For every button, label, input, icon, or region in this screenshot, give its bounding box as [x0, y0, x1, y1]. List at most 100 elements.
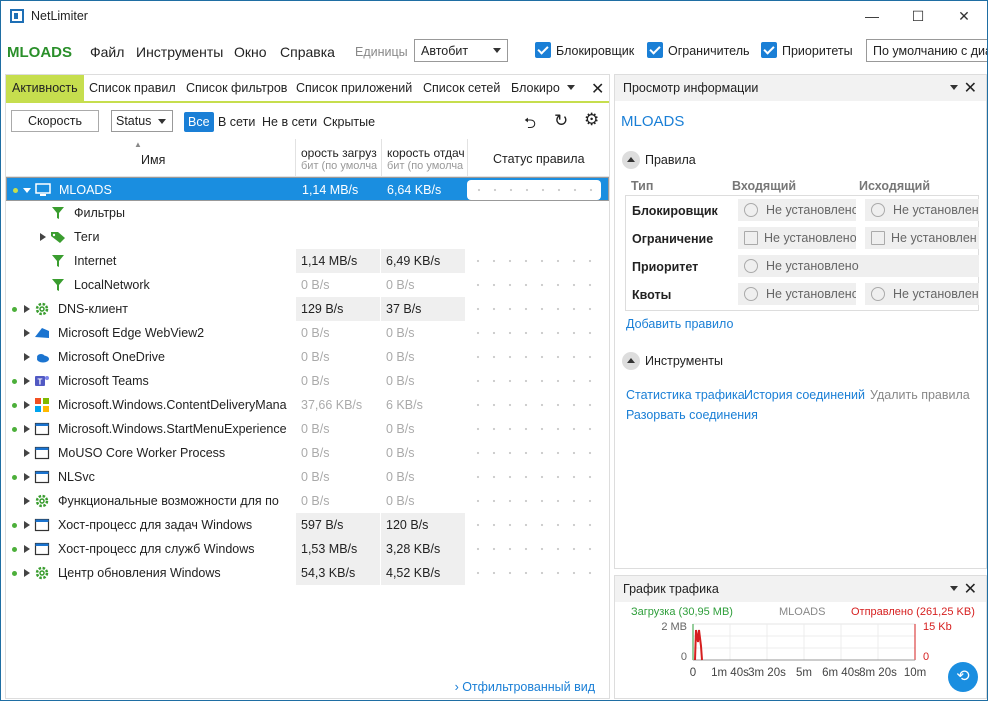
tab-blocker[interactable]: Блокиро	[505, 75, 566, 101]
menu-window[interactable]: Окно	[234, 44, 267, 60]
panel-menu-icon[interactable]	[950, 85, 958, 90]
table-row[interactable]: Теги	[6, 225, 609, 249]
tab-network-list[interactable]: Список сетей	[417, 75, 506, 101]
traffic-stats-link[interactable]: Статистика трафика	[626, 388, 745, 402]
column-name[interactable]: ▲ Имя	[6, 139, 295, 177]
table-row[interactable]: Хост-процесс для задач Windows 597 B/s 120…	[6, 513, 609, 537]
blocker-checkbox[interactable]	[535, 42, 551, 58]
filter-online[interactable]: В сети	[214, 112, 259, 132]
filtered-view-link[interactable]: › Отфильтрованный вид	[455, 680, 595, 694]
rule-status-cell[interactable]	[466, 323, 600, 343]
expand-arrow-icon[interactable]	[24, 449, 30, 457]
rule-status-cell[interactable]	[466, 491, 600, 511]
close-panel-icon[interactable]: ✕	[964, 78, 977, 98]
delete-rules-link[interactable]: Удалить правила	[870, 388, 970, 402]
restore-icon[interactable]: ⟲	[948, 662, 978, 692]
rule-status-cell[interactable]	[466, 515, 600, 535]
rule-blocker-out[interactable]: Не установлен	[865, 199, 979, 221]
panel-menu-icon[interactable]	[950, 586, 958, 591]
rule-status-cell[interactable]	[466, 371, 600, 391]
expand-arrow-icon[interactable]	[24, 569, 30, 577]
add-rule-link[interactable]: Добавить правило	[626, 317, 733, 331]
column-upload[interactable]: корость отдач бит (по умолча	[381, 139, 467, 177]
table-row[interactable]: T Microsoft Teams 0 B/s 0 B/s	[6, 369, 609, 393]
minimize-button[interactable]: —	[849, 1, 895, 31]
expand-arrow-icon[interactable]	[24, 329, 30, 337]
expand-arrow-icon[interactable]	[24, 401, 30, 409]
table-row[interactable]: DNS-клиент 129 B/s 37 B/s	[6, 297, 609, 321]
table-row[interactable]: Функциональные возможности для по 0 B/s 0 …	[6, 489, 609, 513]
table-row[interactable]: Microsoft Edge WebView2 0 B/s 0 B/s	[6, 321, 609, 345]
priorities-checkbox[interactable]	[761, 42, 777, 58]
table-row[interactable]: Хост-процесс для служб Windows 1,53 MB/s 3…	[6, 537, 609, 561]
close-button[interactable]: ✕	[941, 1, 987, 31]
table-row[interactable]: Фильтры	[6, 201, 609, 225]
collapse-arrow-icon[interactable]	[23, 188, 31, 193]
column-status[interactable]: Статус правила	[467, 139, 609, 177]
expand-arrow-icon[interactable]	[24, 473, 30, 481]
rule-status-cell[interactable]	[466, 251, 600, 271]
rule-status-cell[interactable]	[466, 467, 600, 487]
rule-quota-in[interactable]: Не установлено	[738, 283, 856, 305]
speed-button[interactable]: Скорость	[11, 110, 99, 132]
rule-status-cell[interactable]	[466, 275, 600, 295]
table-row[interactable]: Microsoft.Windows.ContentDeliveryMana 37,…	[6, 393, 609, 417]
table-row[interactable]: LocalNetwork 0 B/s 0 B/s	[6, 273, 609, 297]
expand-arrow-icon[interactable]	[24, 521, 30, 529]
rule-status-cell[interactable]	[466, 299, 600, 319]
rule-blocker-in[interactable]: Не установлено	[738, 199, 856, 221]
rule-status-cell[interactable]	[466, 443, 600, 463]
table-row[interactable]: Microsoft.Windows.StartMenuExperience 0 B…	[6, 417, 609, 441]
maximize-button[interactable]: ☐	[895, 1, 941, 31]
tab-activity[interactable]: Активность	[6, 75, 84, 101]
expand-arrow-icon[interactable]	[24, 497, 30, 505]
disconnect-link[interactable]: Разорвать соединения	[626, 408, 758, 422]
rule-status-cell[interactable]	[466, 347, 600, 367]
rule-limit-out[interactable]: Не установлен	[865, 227, 979, 249]
table-row[interactable]: MoUSO Core Worker Process 0 B/s 0 B/s	[6, 441, 609, 465]
expand-arrow-icon[interactable]	[24, 305, 30, 313]
collapse-tools-icon[interactable]	[622, 352, 640, 370]
rule-priority[interactable]: Не установлено	[738, 255, 979, 277]
filter-all[interactable]: Все	[184, 112, 214, 132]
rule-status-cell[interactable]	[466, 563, 600, 583]
table-row[interactable]: Microsoft OneDrive 0 B/s 0 B/s	[6, 345, 609, 369]
rule-status-cell[interactable]	[466, 395, 600, 415]
rule-quota-out[interactable]: Не установлен	[865, 283, 979, 305]
tab-filter-list[interactable]: Список фильтров	[180, 75, 293, 101]
expand-arrow-icon[interactable]	[40, 233, 46, 241]
menu-tools[interactable]: Инструменты	[136, 44, 223, 60]
column-download[interactable]: орость загруз бит (по умолча	[295, 139, 381, 177]
rule-status-cell[interactable]	[467, 180, 601, 200]
gear-icon[interactable]: ⚙	[584, 110, 599, 130]
refresh-icon[interactable]: ↻	[554, 111, 568, 131]
table-row[interactable]: MLOADS 1,14 MB/s 6,64 KB/s	[6, 177, 609, 201]
menu-help[interactable]: Справка	[280, 44, 335, 60]
close-panel-icon[interactable]: ✕	[591, 79, 604, 99]
rule-status-cell[interactable]	[466, 539, 600, 559]
limiter-checkbox[interactable]	[647, 42, 663, 58]
connection-history-link[interactable]: История соединений	[744, 388, 865, 402]
rule-limit-in[interactable]: Не установлено	[738, 227, 856, 249]
units-select[interactable]: Автобит	[414, 39, 508, 62]
tab-app-list[interactable]: Список приложений	[290, 75, 418, 101]
filter-hidden[interactable]: Скрытые	[319, 112, 379, 132]
expand-arrow-icon[interactable]	[24, 545, 30, 553]
close-panel-icon[interactable]: ✕	[964, 579, 977, 599]
filter-offline[interactable]: Не в сети	[258, 112, 321, 132]
menu-file[interactable]: Файл	[90, 44, 124, 60]
back-arrow-icon[interactable]: ⮌	[524, 113, 536, 138]
table-row[interactable]: NLSvc 0 B/s 0 B/s	[6, 465, 609, 489]
table-row[interactable]: Internet 1,14 MB/s 6,49 KB/s	[6, 249, 609, 273]
tab-overflow-icon[interactable]	[567, 85, 575, 90]
status-select[interactable]: Status	[111, 110, 173, 132]
expand-arrow-icon[interactable]	[24, 377, 30, 385]
rule-status-cell[interactable]	[466, 419, 600, 439]
collapse-rules-icon[interactable]	[622, 151, 640, 169]
table-row[interactable]: Центр обновления Windows 54,3 KB/s 4,52 KB…	[6, 561, 609, 585]
tab-rule-list[interactable]: Список правил	[83, 75, 182, 101]
expand-arrow-icon[interactable]	[24, 353, 30, 361]
expand-arrow-icon[interactable]	[24, 425, 30, 433]
title-bar[interactable]: NetLimiter — ☐ ✕	[1, 1, 987, 31]
profile-select[interactable]: По умолчанию с диа	[866, 39, 987, 62]
